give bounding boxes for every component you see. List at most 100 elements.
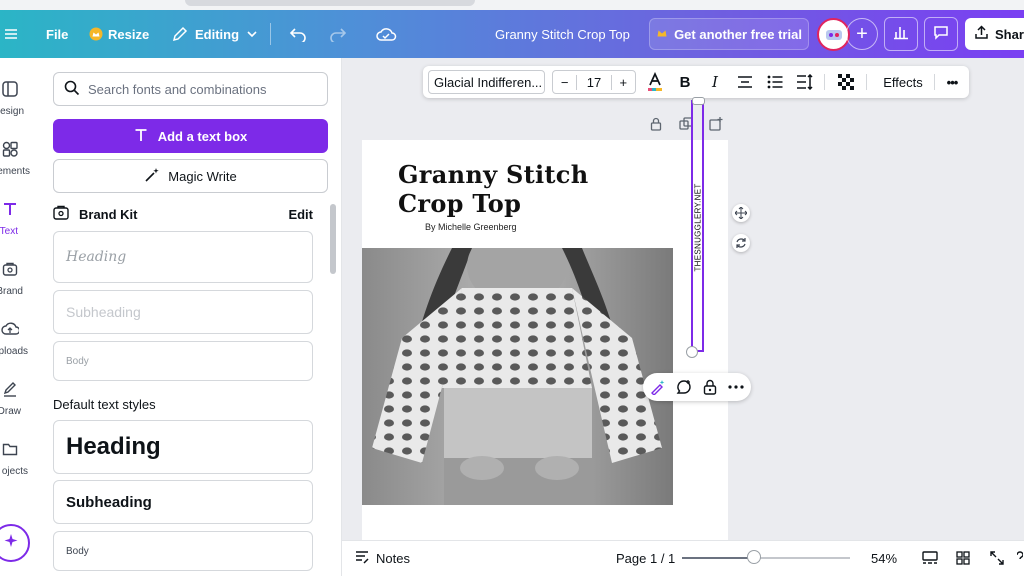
- design-page[interactable]: Granny Stitch Crop Top By Michelle Green…: [362, 140, 728, 540]
- magic-edit-icon[interactable]: [646, 373, 670, 401]
- resize-button[interactable]: Resize: [89, 10, 149, 58]
- decrease-size-button[interactable]: −: [553, 75, 576, 90]
- redo-icon[interactable]: [329, 10, 347, 58]
- uploads-icon: [0, 318, 20, 340]
- cloud-saved-icon[interactable]: [375, 10, 397, 58]
- help-icon[interactable]: [1017, 541, 1023, 575]
- align-center-icon[interactable]: [733, 66, 757, 98]
- brand-kit-icon: [53, 205, 69, 224]
- rail-label: esign: [0, 106, 24, 117]
- pages-view-icon[interactable]: [922, 541, 938, 575]
- crochet-top-photo[interactable]: [362, 248, 673, 505]
- rotate-handle[interactable]: [686, 346, 698, 358]
- plus-icon: +: [856, 22, 868, 45]
- increase-size-button[interactable]: +: [612, 75, 635, 90]
- title-line: Crop Top: [398, 189, 522, 218]
- top-bar: File Resize Editing Granny Stitch Crop T…: [0, 10, 1024, 58]
- elements-icon: [0, 138, 20, 160]
- notes-icon: [355, 550, 369, 567]
- undo-icon[interactable]: [289, 10, 307, 58]
- add-page-icon[interactable]: [707, 116, 725, 132]
- rail-item-projects[interactable]: ojects: [0, 432, 42, 490]
- notes-button[interactable]: Notes: [355, 541, 410, 575]
- document-title[interactable]: Granny Stitch Crop Top: [495, 10, 630, 58]
- more-options-button[interactable]: •••: [940, 66, 964, 98]
- zoom-slider-thumb[interactable]: [747, 550, 761, 564]
- rail-item-brand[interactable]: Brand: [0, 252, 42, 310]
- lock-icon[interactable]: [698, 373, 722, 401]
- bold-button[interactable]: B: [673, 66, 697, 98]
- insights-button[interactable]: [884, 17, 918, 51]
- search-input[interactable]: Search fonts and combinations: [53, 72, 328, 106]
- editing-mode-button[interactable]: Editing: [172, 10, 258, 58]
- comments-button[interactable]: [924, 17, 958, 51]
- default-body-style[interactable]: Body: [53, 531, 313, 571]
- rail-label: Text: [0, 226, 18, 237]
- rail-item-uploads[interactable]: ploads: [0, 312, 42, 370]
- page-indicator[interactable]: Page 1 / 1: [616, 541, 675, 575]
- list-icon[interactable]: [763, 66, 787, 98]
- fullscreen-icon[interactable]: [990, 541, 1004, 575]
- brand-kit-label: Brand Kit: [79, 206, 138, 222]
- search-placeholder: Search fonts and combinations: [88, 81, 267, 97]
- comment-add-icon[interactable]: [672, 373, 696, 401]
- brand-subheading-style[interactable]: Subheading: [53, 290, 313, 334]
- vertical-website-text[interactable]: THESNUGGLERY.NET: [690, 183, 706, 277]
- file-menu[interactable]: File: [46, 10, 68, 58]
- zoom-level[interactable]: 54%: [871, 541, 897, 575]
- magic-wand-icon: [144, 167, 160, 186]
- menu-icon[interactable]: [4, 10, 18, 58]
- bar-chart-icon: [893, 24, 909, 45]
- transparency-icon[interactable]: [834, 66, 858, 98]
- brand-body-style[interactable]: Body: [53, 341, 313, 381]
- magic-write-button[interactable]: Magic Write: [53, 159, 328, 193]
- rotate-icon[interactable]: [732, 234, 750, 252]
- vertical-text-label: THESNUGGLERY.NET: [693, 183, 703, 272]
- folder-icon: [0, 438, 20, 460]
- font-family-select[interactable]: Glacial Indifferen...: [428, 70, 545, 94]
- zoom-slider[interactable]: [682, 550, 850, 564]
- share-label: Shar: [995, 26, 1024, 42]
- grid-view-icon[interactable]: [956, 541, 970, 575]
- effects-button[interactable]: Effects: [874, 66, 932, 98]
- magic-media-button[interactable]: [0, 524, 30, 562]
- free-trial-button[interactable]: Get another free trial: [649, 18, 809, 50]
- share-button[interactable]: Shar: [965, 18, 1024, 50]
- upload-icon: [974, 25, 989, 43]
- italic-button[interactable]: I: [703, 66, 727, 98]
- scrollbar-thumb[interactable]: [330, 204, 336, 274]
- brand-kit-edit-link[interactable]: Edit: [288, 207, 313, 222]
- rail-item-elements[interactable]: ements: [0, 132, 42, 190]
- default-heading-style[interactable]: Heading: [53, 420, 313, 474]
- resize-handle-top[interactable]: [692, 97, 705, 105]
- panel-scrollbar[interactable]: [329, 198, 337, 568]
- rail-item-draw[interactable]: Draw: [0, 372, 42, 430]
- move-icon[interactable]: [732, 204, 750, 222]
- byline[interactable]: By Michelle Greenberg: [425, 222, 517, 232]
- title-line: Granny Stitch: [398, 160, 589, 189]
- divider: [270, 10, 271, 58]
- text-toolbar: Glacial Indifferen... − 17 + B I Effects…: [423, 66, 969, 98]
- text-color-icon[interactable]: [644, 66, 666, 98]
- pencil-icon: [172, 26, 188, 42]
- page-title[interactable]: Granny Stitch Crop Top: [398, 160, 588, 218]
- lock-page-icon[interactable]: [647, 116, 665, 132]
- font-size-input[interactable]: 17: [576, 74, 612, 90]
- default-subheading-style[interactable]: Subheading: [53, 480, 313, 524]
- style-label: Body: [66, 355, 89, 367]
- brand-icon: [0, 258, 20, 280]
- spacing-icon[interactable]: [793, 66, 817, 98]
- add-collaborator-button[interactable]: +: [846, 18, 878, 50]
- brand-heading-style[interactable]: Heading: [53, 231, 313, 283]
- font-size-stepper: − 17 +: [552, 70, 636, 94]
- add-text-box-button[interactable]: Add a text box: [53, 119, 328, 153]
- more-icon[interactable]: [724, 373, 748, 401]
- divider: [824, 74, 825, 90]
- rail-label: ements: [0, 166, 30, 177]
- style-label: Heading: [66, 249, 127, 265]
- rail-item-design[interactable]: esign: [0, 72, 42, 130]
- draw-icon: [0, 378, 20, 400]
- rail-item-text[interactable]: Text: [0, 192, 42, 250]
- text-panel: Search fonts and combinations Add a text…: [42, 58, 342, 576]
- magic-write-label: Magic Write: [168, 168, 237, 184]
